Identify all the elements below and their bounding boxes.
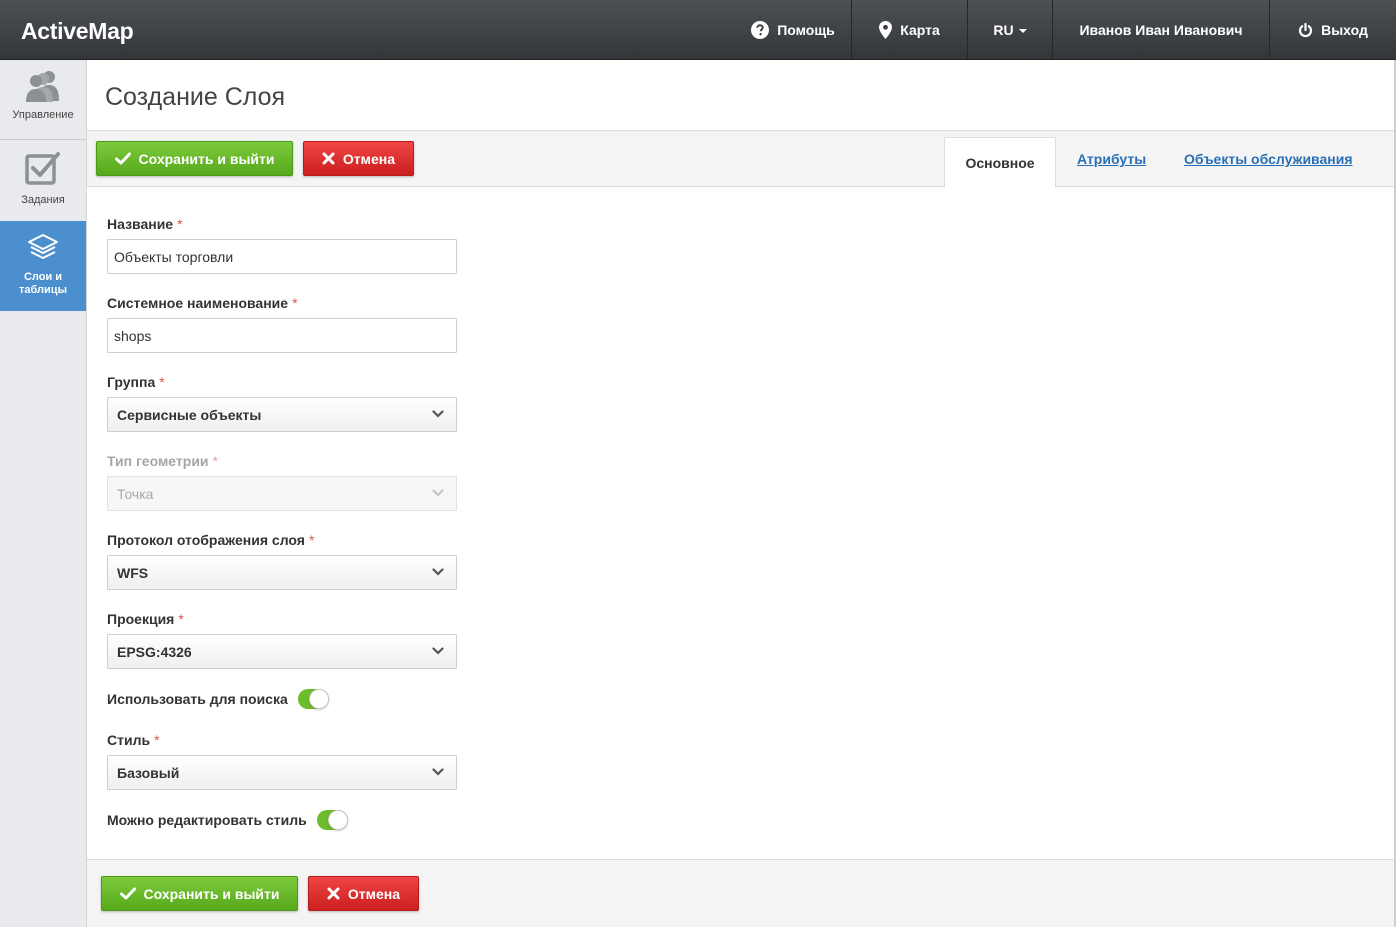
language-label: RU bbox=[993, 22, 1014, 38]
question-circle-icon bbox=[751, 21, 770, 39]
language-dropdown[interactable]: RU bbox=[967, 0, 1052, 60]
top-bar: ActiveMap Помощь Карта RU Иванов Иван Ив… bbox=[0, 0, 1396, 60]
tab-maintenance-objects[interactable]: Объекты обслуживания bbox=[1184, 151, 1353, 167]
layer-form: Название * Объекты торговли Системное наи… bbox=[87, 187, 1394, 859]
map-label: Карта bbox=[900, 22, 940, 38]
help-label: Помощь bbox=[777, 22, 835, 38]
tab-attributes[interactable]: Атрибуты bbox=[1077, 151, 1146, 167]
chevron-down-icon bbox=[432, 647, 444, 655]
sidebar-item-label: Управление bbox=[12, 109, 74, 121]
cancel-label: Отмена bbox=[347, 885, 401, 902]
projection-select[interactable]: EPSG:4326 bbox=[107, 634, 457, 669]
power-icon bbox=[1299, 22, 1313, 37]
tab-main[interactable]: Основное bbox=[944, 137, 1056, 188]
group-select-value: Сервисные объекты bbox=[117, 406, 262, 423]
close-icon bbox=[327, 887, 340, 900]
user-menu[interactable]: Иванов Иван Иванович bbox=[1052, 0, 1269, 60]
chevron-down-icon bbox=[432, 410, 444, 418]
top-nav: Помощь Карта RU Иванов Иван Иванович Вых… bbox=[735, 0, 1396, 60]
toggle-knob bbox=[308, 689, 329, 709]
chevron-down-icon bbox=[432, 489, 444, 497]
use-search-row: Использовать для поиска bbox=[107, 689, 329, 709]
use-search-toggle[interactable] bbox=[297, 689, 329, 709]
geometry-type-value: Точка bbox=[117, 485, 154, 502]
footer-cancel-button[interactable]: Отмена bbox=[308, 876, 419, 911]
logout-label: Выход bbox=[1321, 22, 1368, 38]
layers-icon bbox=[28, 234, 58, 259]
projection-select-value: EPSG:4326 bbox=[117, 643, 192, 660]
users-icon bbox=[26, 71, 59, 102]
geometry-type-label: Тип геометрии * bbox=[107, 453, 218, 469]
checkbox-icon bbox=[25, 152, 60, 185]
sidebar-item-management[interactable]: Управление bbox=[0, 60, 86, 140]
toolbar: Сохранить и выйти Отмена Основное Атрибу… bbox=[87, 130, 1394, 188]
brand-logo[interactable]: ActiveMap bbox=[21, 18, 134, 45]
name-label: Название * bbox=[107, 216, 183, 232]
use-search-label: Использовать для поиска bbox=[107, 691, 288, 707]
map-link[interactable]: Карта bbox=[851, 0, 967, 60]
projection-label-text: Проекция bbox=[107, 611, 175, 627]
save-and-exit-button[interactable]: Сохранить и выйти bbox=[96, 141, 293, 176]
caret-down-icon bbox=[1018, 28, 1027, 33]
editable-style-row: Можно редактировать стиль bbox=[107, 810, 348, 830]
sidebar-item-label: Задания bbox=[21, 194, 65, 206]
save-label: Сохранить и выйти bbox=[138, 150, 275, 167]
chevron-down-icon bbox=[432, 568, 444, 576]
required-mark: * bbox=[308, 532, 315, 548]
page-title: Создание Слоя bbox=[105, 83, 286, 111]
cancel-button[interactable]: Отмена bbox=[303, 141, 414, 176]
geometry-type-select: Точка bbox=[107, 476, 457, 511]
system-name-label: Системное наименование * bbox=[107, 295, 298, 311]
help-link[interactable]: Помощь bbox=[735, 0, 851, 60]
map-marker-icon bbox=[879, 21, 893, 39]
save-label: Сохранить и выйти bbox=[143, 885, 280, 902]
protocol-select[interactable]: WFS bbox=[107, 555, 457, 590]
logout-link[interactable]: Выход bbox=[1269, 0, 1396, 60]
group-label: Группа * bbox=[107, 374, 165, 390]
name-label-text: Название bbox=[107, 216, 174, 232]
user-name: Иванов Иван Иванович bbox=[1079, 22, 1243, 38]
required-mark: * bbox=[159, 374, 165, 390]
page-header: Создание Слоя bbox=[87, 60, 1394, 130]
name-input[interactable]: Объекты торговли bbox=[107, 239, 457, 274]
style-label-text: Стиль bbox=[107, 732, 151, 748]
system-name-input[interactable]: shops bbox=[107, 318, 457, 353]
geometry-type-label-text: Тип геометрии bbox=[107, 453, 209, 469]
projection-label: Проекция * bbox=[107, 611, 184, 627]
footer-toolbar: Сохранить и выйти Отмена bbox=[87, 859, 1394, 927]
toggle-knob bbox=[327, 810, 348, 830]
chevron-down-icon bbox=[432, 768, 444, 776]
required-mark: * bbox=[177, 216, 183, 232]
group-label-text: Группа bbox=[107, 374, 156, 390]
system-name-label-text: Системное наименование bbox=[107, 295, 289, 311]
sidebar: Управление Задания Слои и таблицы bbox=[0, 60, 87, 927]
editable-style-toggle[interactable] bbox=[316, 810, 348, 830]
protocol-label: Протокол отображения слоя * bbox=[107, 532, 314, 548]
editable-style-label: Можно редактировать стиль bbox=[107, 812, 307, 828]
protocol-select-value: WFS bbox=[117, 564, 149, 581]
close-icon bbox=[322, 152, 335, 165]
cancel-label: Отмена bbox=[342, 150, 396, 167]
check-icon bbox=[119, 887, 136, 900]
required-mark: * bbox=[154, 732, 160, 748]
sidebar-item-layers[interactable]: Слои и таблицы bbox=[0, 221, 86, 311]
style-label: Стиль * bbox=[107, 732, 160, 748]
style-select-value: Базовый bbox=[117, 764, 180, 781]
group-select[interactable]: Сервисные объекты bbox=[107, 397, 457, 432]
footer-save-and-exit-button[interactable]: Сохранить и выйти bbox=[101, 876, 298, 911]
check-icon bbox=[114, 152, 131, 165]
required-mark: * bbox=[292, 295, 298, 311]
sidebar-item-label: Слои и таблицы bbox=[19, 271, 67, 296]
style-select[interactable]: Базовый bbox=[107, 755, 457, 790]
sidebar-item-tasks[interactable]: Задания bbox=[0, 141, 86, 221]
required-mark: * bbox=[212, 453, 218, 469]
required-mark: * bbox=[178, 611, 184, 627]
protocol-label-text: Протокол отображения слоя bbox=[107, 532, 305, 548]
